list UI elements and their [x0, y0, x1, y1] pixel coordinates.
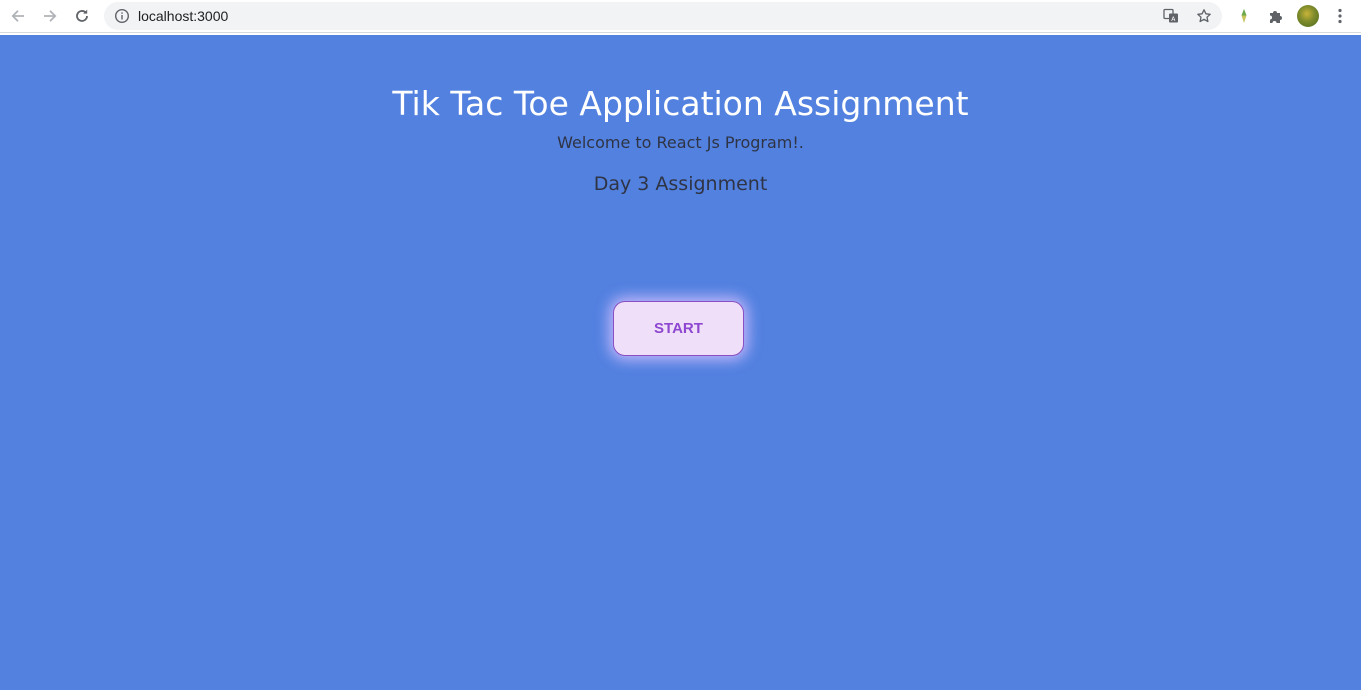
start-button[interactable]: START — [613, 301, 744, 356]
translate-icon[interactable]: A — [1162, 7, 1180, 25]
reload-icon[interactable] — [70, 4, 94, 28]
back-arrow-icon[interactable] — [6, 4, 30, 28]
forward-arrow-icon[interactable] — [38, 4, 62, 28]
star-icon[interactable] — [1195, 7, 1213, 25]
page-title: Tik Tac Toe Application Assignment — [392, 84, 969, 123]
address-bar[interactable]: localhost:3000 A — [104, 2, 1222, 30]
day-subtitle: Day 3 Assignment — [593, 173, 768, 195]
more-menu-icon[interactable] — [1329, 5, 1351, 27]
welcome-text: Welcome to React Js Program!. — [557, 133, 804, 152]
browser-toolbar: localhost:3000 A — [0, 0, 1361, 33]
info-icon[interactable] — [114, 8, 130, 24]
profile-avatar[interactable] — [1297, 5, 1319, 27]
app-page: Tik Tac Toe Application Assignment Welco… — [0, 35, 1361, 690]
extension-pin-icon[interactable] — [1233, 5, 1255, 27]
puzzle-icon[interactable] — [1265, 5, 1287, 27]
url-text[interactable]: localhost:3000 — [138, 8, 228, 24]
